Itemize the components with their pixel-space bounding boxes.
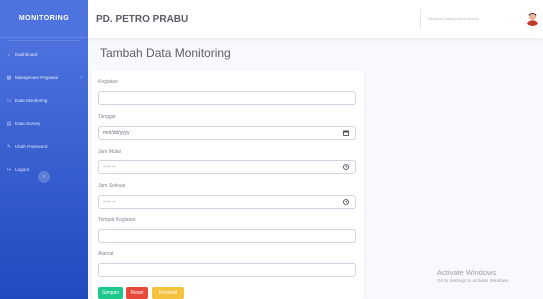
reset-button[interactable]: Reset [126,287,148,299]
alamat-label: Alamat [98,251,114,257]
calendar-icon[interactable] [343,130,349,138]
tanggal-input[interactable]: mm/dd/yyyy [98,126,356,140]
jam-mulai-input[interactable]: --:-- -- [98,160,356,174]
users-icon: ▦ [6,74,12,81]
jam-selesai-placeholder: --:-- -- [103,199,116,205]
sidebar-item-label: Data Survey [15,121,41,126]
tanggal-label: Tanggal [98,114,116,120]
table-icon: ▤ [6,120,12,127]
page-title: Tambah Data Monitoring [100,46,231,60]
sidebar-item-data-monitoring[interactable]: ▭ Data Monitoring [0,89,88,112]
form-card: Kegiatan Tanggal mm/dd/yyyy Jam Mulai --… [92,70,364,299]
jam-selesai-input[interactable]: --:-- -- [98,195,356,209]
sidebar-brand[interactable]: MONITORING [0,0,88,38]
topbar: PD. PETRO PRABU Selamat Datang anda Admi… [88,0,543,38]
sidebar-item-label: Logout [15,167,30,172]
sidebar-item-dashboard[interactable]: ⌂ Dashboard [0,43,88,66]
sidebar-toggle-button[interactable]: ‹ [38,171,50,183]
sidebar-item-manajemen-pegawai[interactable]: ▦ Manajemen Pegawai › [0,66,88,89]
app-title: PD. PETRO PRABU [96,13,189,25]
user-greeting[interactable]: Selamat Datang anda Admin [428,16,479,21]
watermark-subtitle: Go to Settings to activate Windows. [437,278,510,283]
clock-icon[interactable] [343,199,349,207]
user-avatar-icon [526,12,539,26]
avatar[interactable] [525,11,540,26]
kembali-button[interactable]: Kembali [152,287,184,299]
sidebar-item-data-survey[interactable]: ▤ Data Survey [0,112,88,135]
sidebar-item-label: Dashboard [15,52,38,57]
tempat-kegiatan-input[interactable] [98,229,356,243]
logout-icon: ↦ [6,166,12,173]
simpan-button[interactable]: Simpan [98,287,123,299]
sidebar-item-label: Ubah Password [15,144,48,149]
home-icon: ⌂ [7,51,11,58]
monitor-icon: ▭ [6,97,12,104]
jam-mulai-label: Jam Mulai [98,149,121,155]
chevron-right-icon: › [80,74,82,81]
user-edit-icon: ✎ [6,143,12,150]
kegiatan-label: Kegiatan [98,79,118,85]
sidebar-divider [8,40,80,41]
tempat-kegiatan-label: Tempat Kegiatan [98,217,136,223]
sidebar-item-label: Manajemen Pegawai [15,75,58,80]
clock-icon[interactable] [343,164,349,172]
watermark-title: Activate Windows [437,268,497,277]
jam-mulai-placeholder: --:-- -- [103,164,116,170]
sidebar: MONITORING ⌂ Dashboard ▦ Manajemen Pegaw… [0,0,88,299]
alamat-input[interactable] [98,263,356,277]
tanggal-placeholder: mm/dd/yyyy [103,130,130,136]
sidebar-item-label: Data Monitoring [15,98,48,103]
sidebar-item-ubah-password[interactable]: ✎ Ubah Password [0,135,88,158]
kegiatan-input[interactable] [98,91,356,105]
topbar-divider [420,9,421,29]
windows-activation-watermark: Activate Windows Go to Settings to activ… [437,268,510,283]
jam-selesai-label: Jam Selesai [98,183,126,189]
